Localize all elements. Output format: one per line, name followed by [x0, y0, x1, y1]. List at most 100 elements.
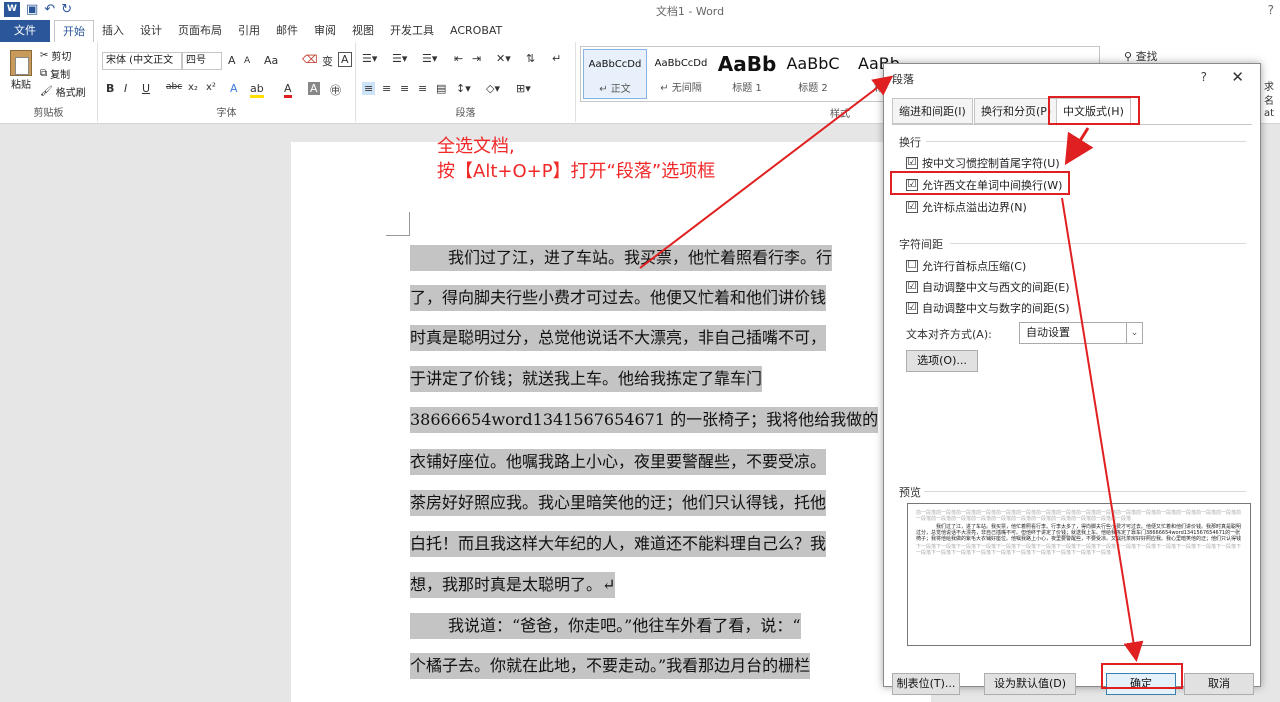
numbering-icon[interactable]: ☰▾ — [392, 52, 407, 65]
tab-references[interactable]: 引用 — [230, 20, 268, 42]
preview-next-paragraph: 下一段落下一段落下一段落下一段落下一段落下一段落下一段落下一段落下一段落下一段落… — [916, 544, 1242, 556]
tab-layout[interactable]: 页面布局 — [170, 20, 230, 42]
strikethrough-button[interactable]: abc — [166, 82, 182, 92]
cut-button[interactable]: ✂ 剪切 — [40, 48, 71, 63]
font-color-icon[interactable]: A — [284, 82, 292, 98]
doc-text-line[interactable]: 38666654word1341567654671 的一张椅子；我将他给我做的 — [410, 407, 879, 433]
style-name: ↵ 正文 — [599, 84, 631, 95]
tab-home[interactable]: 开始 — [54, 20, 94, 43]
doc-text-line[interactable]: 我们过了江，进了车站。我买票，他忙着照看行李。行 — [410, 245, 833, 271]
checkbox-icon[interactable]: ☐ — [906, 260, 918, 272]
decrease-indent-icon[interactable]: ⇤ — [454, 52, 463, 65]
phonetic-icon[interactable]: 变 — [322, 53, 333, 69]
format-painter-button[interactable]: 🖌 格式刷 — [40, 84, 86, 99]
font-size-select[interactable]: 四号 — [182, 52, 222, 70]
tab-file[interactable]: 文件 — [0, 20, 50, 42]
align-left-icon[interactable]: ≡ — [362, 82, 376, 95]
bold-button[interactable]: B — [106, 82, 114, 95]
highlight-icon[interactable]: ab — [250, 82, 264, 98]
paste-button[interactable]: 粘贴 — [6, 50, 36, 91]
tab-insert[interactable]: 插入 — [94, 20, 132, 42]
superscript-button[interactable]: x² — [206, 82, 216, 93]
checkbox-label: 自动调整中文与西文的间距(E) — [922, 281, 1070, 294]
sort-icon[interactable]: ⇅ — [526, 52, 535, 65]
char-shading-icon[interactable]: A — [308, 82, 320, 95]
style-heading-1[interactable]: AaBb 标题 1 — [715, 49, 779, 99]
char-spacing-heading: 字符间距 — [899, 238, 943, 251]
text-alignment-select[interactable]: 自动设置 ⌄ — [1019, 322, 1143, 344]
checkbox-icon[interactable]: ☑ — [906, 281, 918, 293]
checkbox-auto-space-latin[interactable]: ☑ 自动调整中文与西文的间距(E) — [906, 279, 1070, 295]
tab-design[interactable]: 设计 — [132, 20, 170, 42]
doc-text-line[interactable]: 个橘子去。你就在此地，不要走动。”我看那边月台的栅栏 — [410, 653, 811, 679]
clear-format-icon[interactable]: ⌫ — [302, 53, 318, 66]
distributed-icon[interactable]: ▤ — [436, 82, 446, 95]
checkbox-auto-space-numbers[interactable]: ☑ 自动调整中文与数字的间距(S) — [906, 300, 1070, 316]
align-center-icon[interactable]: ≡ — [382, 82, 391, 95]
paragraph-group: ☰▾ ☰▾ ☰▾ ⇤ ⇥ ✕▾ ⇅ ↵ ≡ ≡ ≡ ≡ ▤ ↕▾ ◇▾ ⊞▾ 段… — [356, 42, 576, 122]
tab-mailings[interactable]: 邮件 — [268, 20, 306, 42]
help-icon[interactable]: ? — [1268, 3, 1274, 17]
shading-icon[interactable]: ◇▾ — [486, 82, 500, 95]
tab-indents-spacing[interactable]: 缩进和间距(I) — [892, 98, 973, 124]
tabs-button[interactable]: 制表位(T)... — [892, 673, 960, 695]
font-group: 宋体 (中文正文 四号 A A Aa ⌫ 变 A B I U abc x₂ x²… — [98, 42, 356, 122]
bullets-icon[interactable]: ☰▾ — [362, 52, 377, 65]
italic-button[interactable]: I — [124, 82, 127, 95]
style-no-spacing[interactable]: AaBbCcDd ↵ 无间隔 — [649, 49, 713, 99]
dialog-close-button[interactable]: ✕ — [1231, 68, 1244, 86]
style-normal[interactable]: AaBbCcDd ↵ 正文 — [583, 49, 647, 99]
style-heading-2[interactable]: AaBbC 标题 2 — [781, 49, 845, 99]
grow-font-button[interactable]: A — [228, 54, 236, 67]
checkbox-label: 允许行首标点压缩(C) — [922, 260, 1027, 273]
shrink-font-button[interactable]: A — [244, 56, 250, 66]
set-default-button[interactable]: 设为默认值(D) — [984, 673, 1076, 695]
style-name: 标题 2 — [798, 83, 828, 94]
doc-text-line[interactable]: 白托！而且我这样大年纪的人，难道还不能料理自己么？我 — [410, 531, 827, 557]
enclose-char-icon[interactable]: ㊥ — [330, 82, 341, 98]
checkbox-hanging-punctuation[interactable]: ☑ 允许标点溢出边界(N) — [906, 199, 1027, 215]
borders-icon[interactable]: ⊞▾ — [516, 82, 531, 95]
subscript-button[interactable]: x₂ — [188, 82, 198, 93]
tab-review[interactable]: 审阅 — [306, 20, 344, 42]
tab-acrobat[interactable]: ACROBAT — [442, 20, 510, 42]
doc-text-line[interactable]: 衣铺好座位。他嘱我路上小心，夜里要警醒些，不要受凉。 — [410, 449, 827, 475]
multilevel-list-icon[interactable]: ☰▾ — [422, 52, 437, 65]
checkbox-asian-line-break[interactable]: ☑ 按中文习惯控制首尾字符(U) — [906, 155, 1060, 171]
checkbox-icon[interactable]: ☑ — [906, 201, 918, 213]
doc-text-line[interactable]: 茶房好好照应我。我心里暗笑他的迂；他们只认得钱，托他 — [410, 490, 827, 516]
align-right-icon[interactable]: ≡ — [400, 82, 409, 95]
tab-developer[interactable]: 开发工具 — [382, 20, 442, 42]
change-case-button[interactable]: Aa — [264, 54, 278, 67]
font-name-select[interactable]: 宋体 (中文正文 — [102, 52, 182, 70]
window-title: 文档1 - Word — [655, 5, 725, 18]
text-effects-icon[interactable]: A — [230, 82, 238, 95]
clipboard-group-label: 剪贴板 — [33, 108, 64, 119]
char-border-icon[interactable]: A — [338, 52, 352, 67]
underline-button[interactable]: U — [142, 82, 150, 95]
doc-text-line[interactable]: 我说道：“爸爸，你走吧。”他往车外看了看，说：“ — [410, 613, 801, 639]
copy-button[interactable]: ⧉ 复制 — [40, 66, 70, 81]
clipboard-group: 粘贴 ✂ 剪切 ⧉ 复制 🖌 格式刷 剪贴板 — [0, 42, 98, 122]
doc-text-line[interactable]: 于讲定了价钱；就送我上车。他给我拣定了靠车门 — [410, 366, 763, 392]
checkbox-icon[interactable]: ☑ — [906, 302, 918, 314]
tab-line-page-breaks[interactable]: 换行和分页(P) — [974, 98, 1059, 124]
increase-indent-icon[interactable]: ⇥ — [472, 52, 481, 65]
line-spacing-icon[interactable]: ↕▾ — [456, 82, 471, 95]
dialog-help-button[interactable]: ? — [1201, 70, 1207, 84]
show-marks-icon[interactable]: ↵ — [552, 52, 561, 65]
dialog-title: 段落 — [892, 73, 914, 86]
chinese-layout-icon[interactable]: ✕▾ — [496, 52, 511, 65]
doc-text-line[interactable]: 想，我那时真是太聪明了。↵ — [410, 572, 616, 598]
checkbox-icon[interactable]: ☑ — [906, 157, 918, 169]
cancel-button[interactable]: 取消 — [1184, 673, 1254, 695]
doc-text-line[interactable]: 时真是聪明过分，总觉他说话不大漂亮，非自己插嘴不可， — [410, 325, 827, 351]
checkbox-compress-punctuation[interactable]: ☐ 允许行首标点压缩(C) — [906, 258, 1026, 274]
paragraph-dialog: 段落 ? ✕ 缩进和间距(I) 换行和分页(P) 中文版式(H) 换行 ☑ 按中文… — [883, 63, 1261, 695]
doc-text-line[interactable]: 了，得向脚夫行些小费才可过去。他便又忙着和他们讲价钱 — [410, 285, 827, 311]
tab-view[interactable]: 视图 — [344, 20, 382, 42]
find-button[interactable]: ⚲ 查找 — [1124, 48, 1158, 64]
preview-prev-paragraph: 前一段落前一段落前一段落前一段落前一段落前一段落前一段落前一段落前一段落前一段落… — [916, 510, 1242, 522]
justify-icon[interactable]: ≡ — [418, 82, 427, 95]
options-button[interactable]: 选项(O)... — [906, 350, 978, 372]
